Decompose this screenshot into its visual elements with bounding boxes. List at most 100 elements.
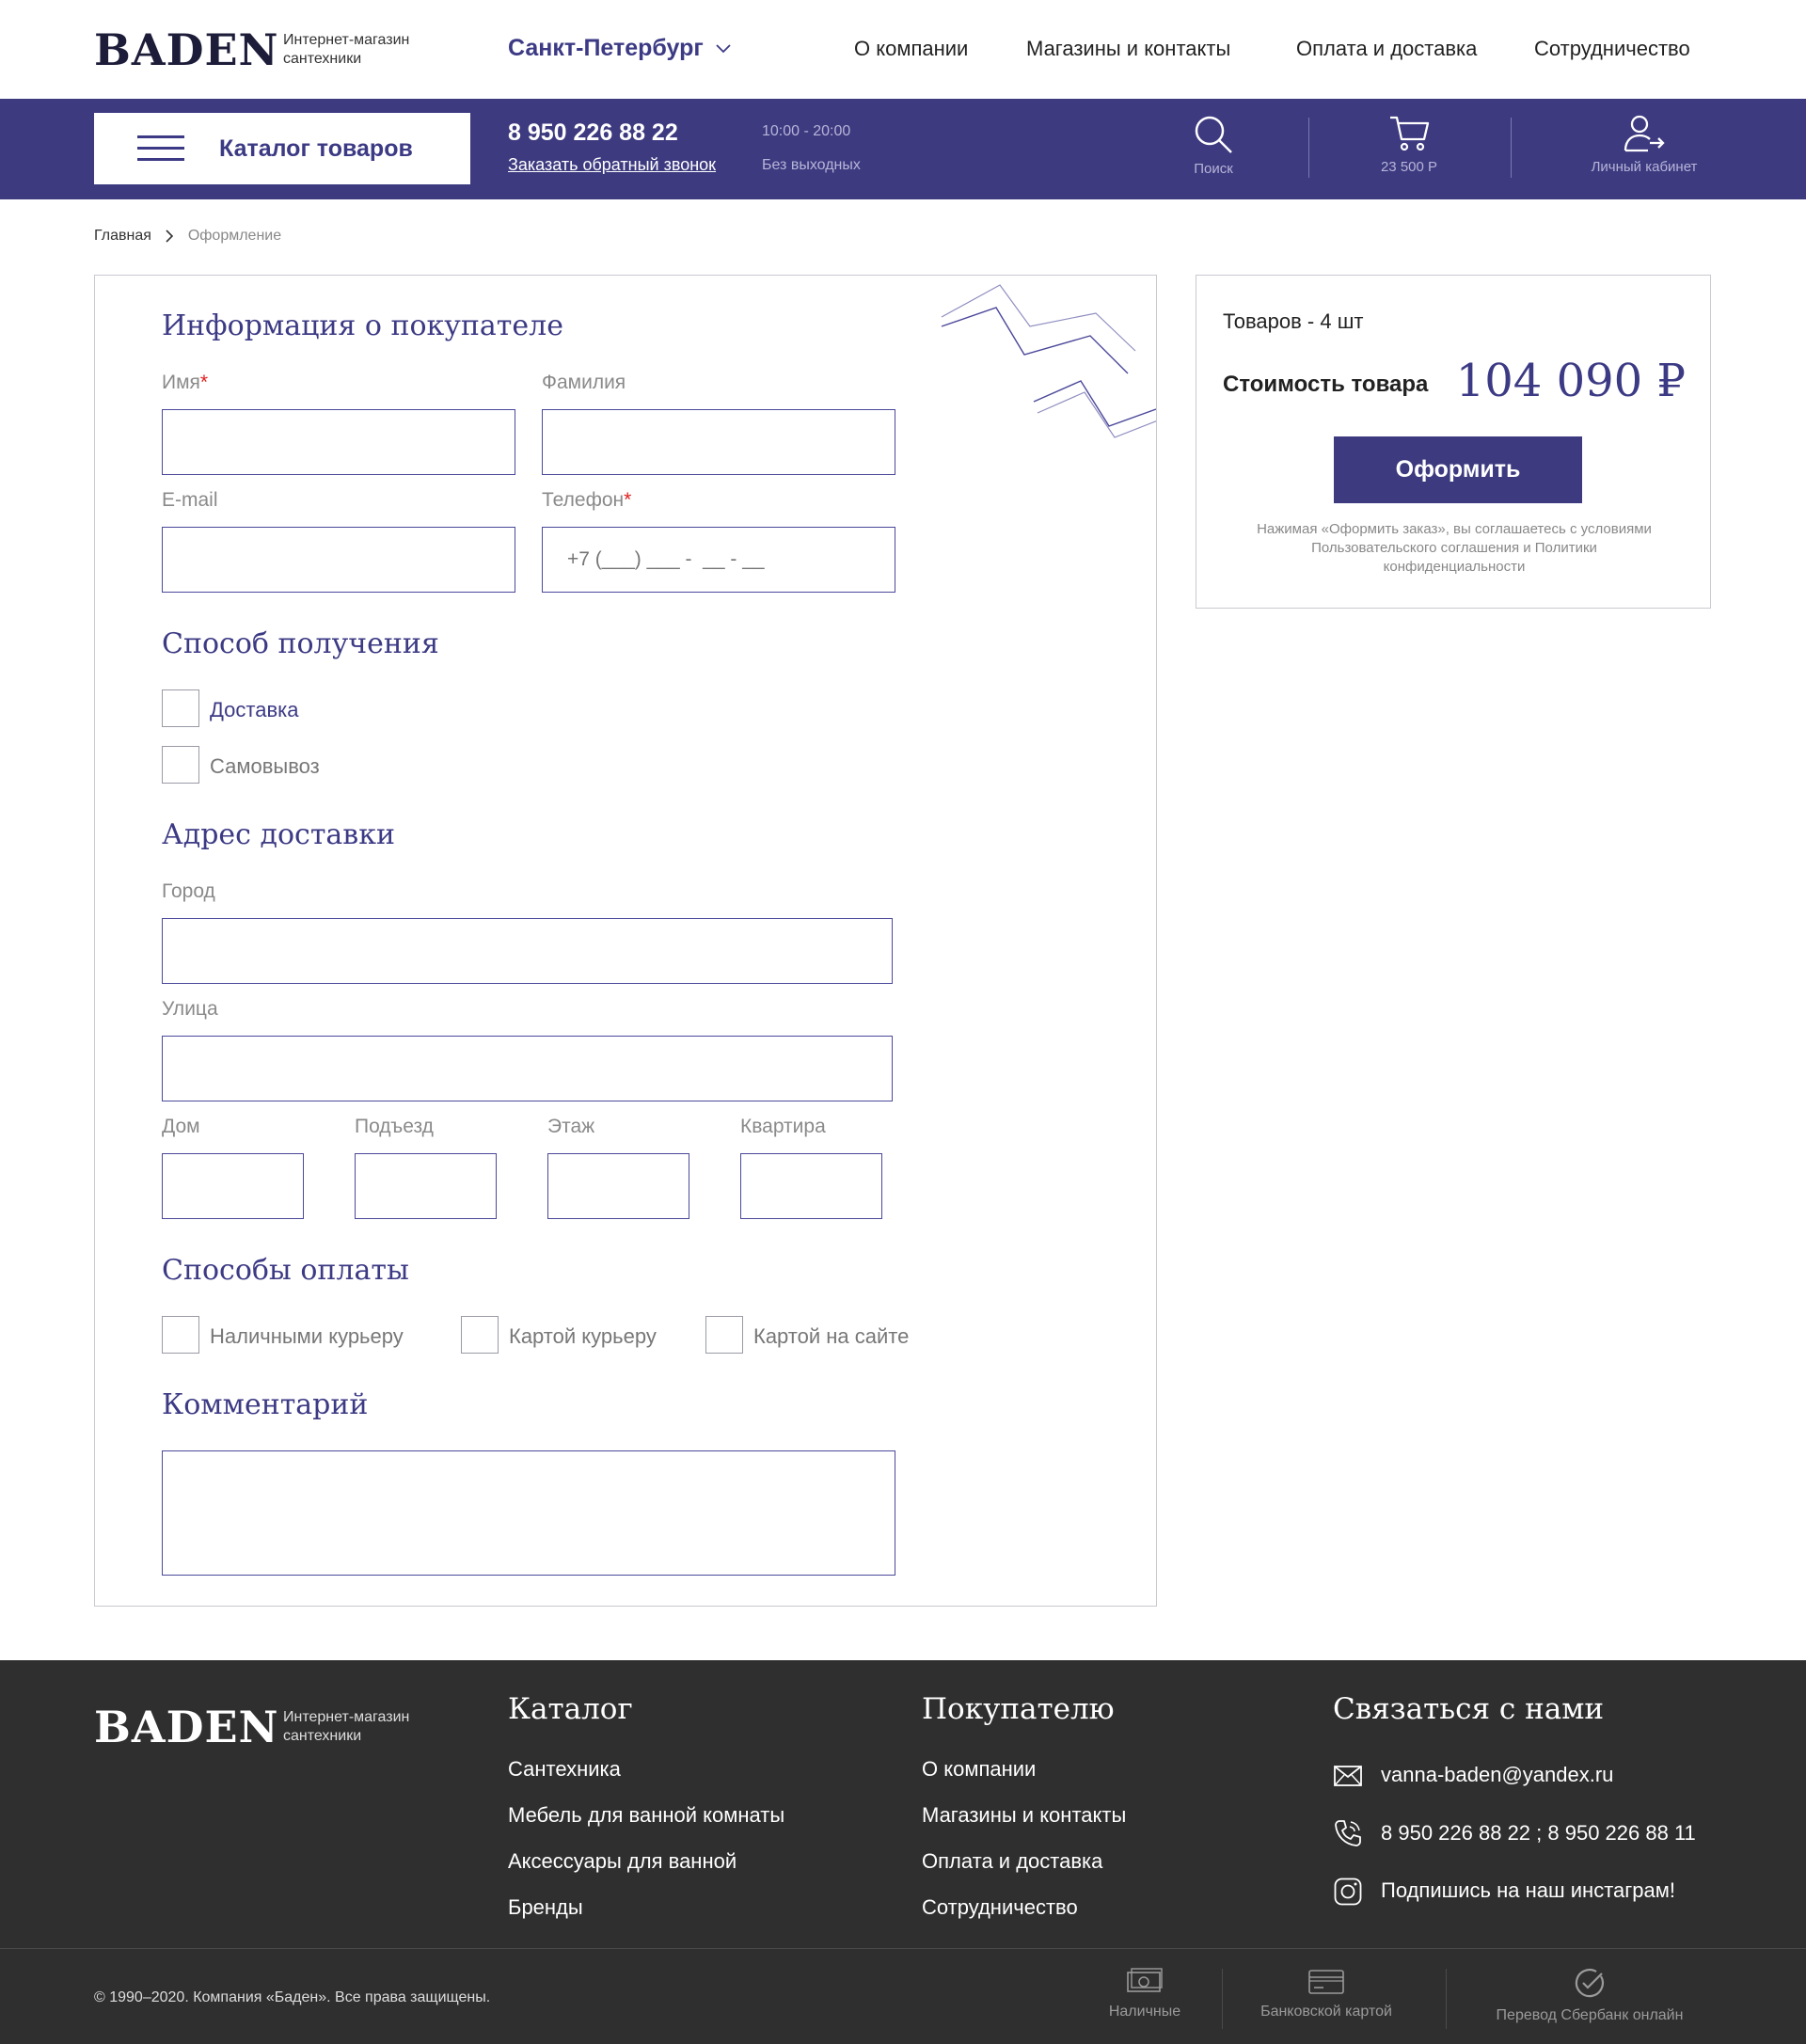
footer-link-about[interactable]: О компании <box>922 1757 1036 1782</box>
city-input[interactable] <box>163 919 892 983</box>
callback-link[interactable]: Заказать обратный звонок <box>508 155 716 175</box>
decorative-zigzag <box>941 284 1156 438</box>
email-field[interactable] <box>162 527 515 593</box>
total-price: 104 090 ₽ <box>1455 355 1686 407</box>
floor-label: Этаж <box>547 1116 595 1137</box>
entrance-input[interactable] <box>356 1154 496 1218</box>
card-courier-label[interactable]: Картой курьеру <box>509 1324 657 1349</box>
email-input[interactable] <box>163 528 515 592</box>
footer-instagram[interactable]: Подпишись на наш инстаграм! <box>1381 1878 1675 1903</box>
street-input[interactable] <box>163 1037 892 1101</box>
footer-link-cooperation[interactable]: Сотрудничество <box>922 1895 1078 1920</box>
delivery-label[interactable]: Доставка <box>210 698 298 722</box>
card-online-label[interactable]: Картой на сайте <box>753 1324 909 1349</box>
catalog-button[interactable]: Каталог товаров <box>94 113 470 184</box>
cost-label: Стоимость товара <box>1223 372 1429 397</box>
first-name-field[interactable] <box>162 409 515 475</box>
footer-link-stores[interactable]: Магазины и контакты <box>922 1803 1126 1828</box>
pay-cash-label: Наличные <box>1108 2004 1181 2020</box>
nav-stores[interactable]: Магазины и контакты <box>1026 37 1230 61</box>
menu-icon <box>137 135 184 161</box>
logo[interactable]: BADEN <box>94 24 279 75</box>
search-button[interactable]: Поиск <box>1176 115 1251 177</box>
footer-contact-title: Связаться с нами <box>1333 1692 1605 1726</box>
last-name-field[interactable] <box>542 409 895 475</box>
comment-field[interactable] <box>162 1450 895 1576</box>
apartment-input[interactable] <box>741 1154 881 1218</box>
footer-logo-subtitle: Интернет-магазин сантехники <box>283 1708 409 1746</box>
cart-icon <box>1390 116 1430 151</box>
phone-label: Телефон* <box>542 489 631 512</box>
footer-link-payment[interactable]: Оплата и доставка <box>922 1849 1102 1874</box>
divider <box>1222 1969 1223 2029</box>
house-label: Дом <box>162 1116 200 1137</box>
pickup-checkbox[interactable] <box>162 746 199 784</box>
pay-sber-label: Перевод Сбербанк онлайн <box>1496 2007 1684 2023</box>
apartment-label: Квартира <box>740 1116 826 1137</box>
nav-about[interactable]: О компании <box>854 37 968 61</box>
phone-icon <box>1335 1820 1361 1846</box>
catalog-button-label: Каталог товаров <box>219 135 413 162</box>
footer-logo-subtitle-line1: Интернет-магазин <box>283 1709 410 1725</box>
apartment-field[interactable] <box>740 1153 882 1219</box>
phone-input[interactable] <box>543 528 895 592</box>
footer-divider <box>0 1948 1806 1949</box>
floor-field[interactable] <box>547 1153 689 1219</box>
instagram-icon <box>1334 1878 1362 1906</box>
phone-label-text: Телефон <box>542 489 625 511</box>
top-header: BADEN Интернет-магазин сантехники Санкт-… <box>0 0 1806 99</box>
floor-input[interactable] <box>548 1154 689 1218</box>
cash-courier-label[interactable]: Наличными курьеру <box>210 1324 404 1349</box>
pay-card: Банковской картой <box>1242 1967 1411 2020</box>
cash-icon <box>1127 1968 1163 1992</box>
cart-total: 23 500 Р <box>1380 159 1438 175</box>
footer-logo-subtitle-line2: сантехники <box>283 1728 362 1744</box>
breadcrumb: Главная Оформление <box>94 228 281 245</box>
pay-card-label: Банковской картой <box>1260 2004 1392 2020</box>
checkout-form: Информация о покупателе Имя* Фамилия E-m… <box>94 275 1157 1607</box>
house-field[interactable] <box>162 1153 304 1219</box>
footer-link-furniture[interactable]: Мебель для ванной комнаты <box>508 1803 784 1828</box>
work-hours: 10:00 - 20:00 <box>762 123 851 139</box>
account-label: Личный кабинет <box>1591 159 1698 175</box>
pickup-label[interactable]: Самовывоз <box>210 754 320 779</box>
entrance-label: Подъезд <box>355 1116 434 1137</box>
buyer-info-title: Информация о покупателе <box>162 309 563 342</box>
logo-subtitle: Интернет-магазин сантехники <box>283 31 409 69</box>
user-login-icon <box>1624 115 1665 152</box>
nav-payment[interactable]: Оплата и доставка <box>1296 37 1477 61</box>
header-phone[interactable]: 8 950 226 88 22 <box>508 119 678 147</box>
account-button[interactable]: Личный кабинет <box>1571 115 1718 175</box>
house-input[interactable] <box>163 1154 303 1218</box>
logo-subtitle-line1: Интернет-магазин <box>283 32 410 48</box>
nav-cooperation[interactable]: Сотрудничество <box>1534 37 1690 61</box>
phone-field[interactable] <box>542 527 895 593</box>
agreement-note: Нажимая «Оформить заказ», вы соглашаетес… <box>1257 521 1652 575</box>
main-bar: Каталог товаров 8 950 226 88 22 Заказать… <box>0 99 1806 199</box>
breadcrumb-home[interactable]: Главная <box>94 228 151 244</box>
comment-textarea[interactable] <box>163 1451 895 1575</box>
footer-link-brands[interactable]: Бренды <box>508 1895 583 1920</box>
card-online-checkbox[interactable] <box>705 1316 743 1354</box>
cash-courier-checkbox[interactable] <box>162 1316 199 1354</box>
work-days: Без выходных <box>762 157 861 173</box>
payment-methods-title: Способы оплаты <box>162 1254 409 1287</box>
footer-link-plumbing[interactable]: Сантехника <box>508 1757 621 1782</box>
footer-link-accessories[interactable]: Аксессуары для ванной <box>508 1849 737 1874</box>
first-name-input[interactable] <box>163 410 515 474</box>
place-order-button[interactable]: Оформить <box>1334 436 1582 503</box>
city-selector[interactable]: Санкт-Петербург <box>508 35 731 62</box>
footer-logo[interactable]: BADEN <box>94 1702 279 1752</box>
cart-button[interactable]: 23 500 Р <box>1354 115 1464 175</box>
footer-phones[interactable]: 8 950 226 88 22 ; 8 950 226 88 11 <box>1381 1821 1696 1846</box>
pay-sber: Перевод Сбербанк онлайн <box>1467 1967 1712 2024</box>
last-name-input[interactable] <box>543 410 895 474</box>
delivery-checkbox[interactable] <box>162 689 199 727</box>
entrance-field[interactable] <box>355 1153 497 1219</box>
footer-email[interactable]: vanna-baden@yandex.ru <box>1381 1763 1613 1787</box>
card-courier-checkbox[interactable] <box>461 1316 499 1354</box>
street-field[interactable] <box>162 1036 893 1101</box>
comment-title: Комментарий <box>162 1388 369 1421</box>
city-field[interactable] <box>162 918 893 984</box>
footer-catalog-title: Каталог <box>508 1692 633 1726</box>
